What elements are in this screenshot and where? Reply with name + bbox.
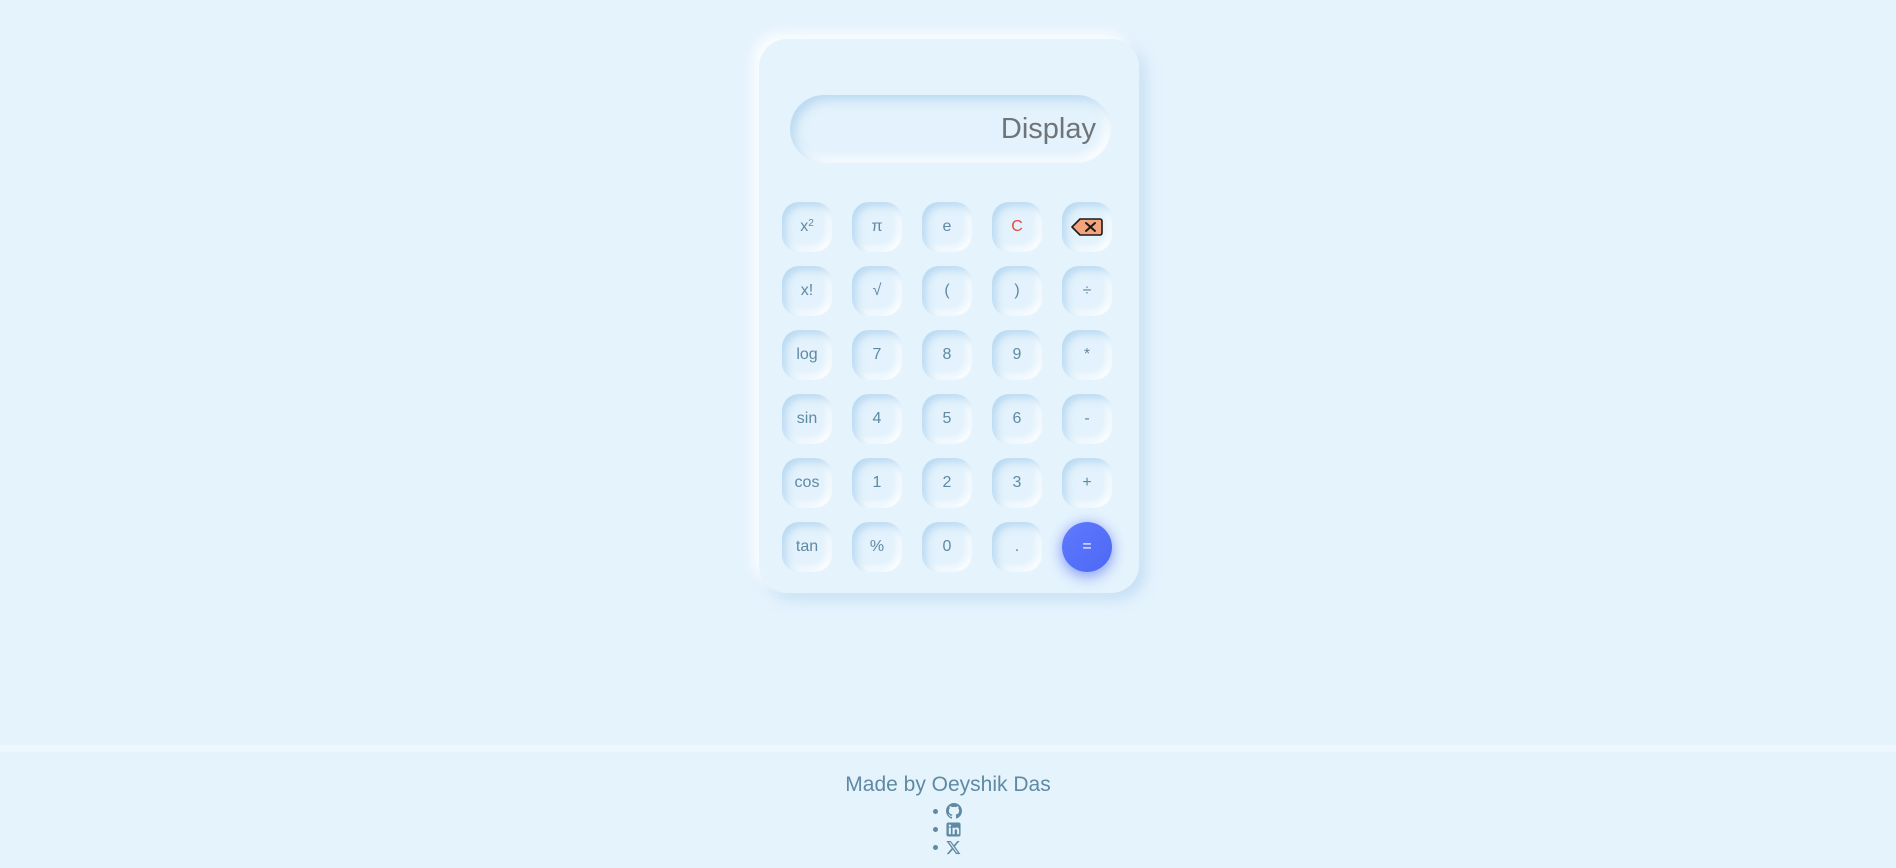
calculator: Display x2 π e C x! √ ( ) ÷ log 7 8 9 * — [759, 39, 1139, 593]
right-paren-button[interactable]: ) — [992, 266, 1042, 316]
keypad: x2 π e C x! √ ( ) ÷ log 7 8 9 * sin 4 5 … — [782, 202, 1112, 572]
digit-1-button[interactable]: 1 — [852, 458, 902, 508]
cos-button[interactable]: cos — [782, 458, 832, 508]
digit-6-button[interactable]: 6 — [992, 394, 1042, 444]
social-links — [0, 802, 1896, 856]
digit-8-button[interactable]: 8 — [922, 330, 972, 380]
social-item-x — [0, 838, 1896, 856]
left-paren-button[interactable]: ( — [922, 266, 972, 316]
github-icon[interactable] — [945, 803, 962, 819]
log-button[interactable]: log — [782, 330, 832, 380]
clear-button[interactable]: C — [992, 202, 1042, 252]
linkedin-icon[interactable] — [946, 821, 962, 837]
display-text: Display — [1000, 112, 1096, 145]
list-bullet — [932, 844, 938, 850]
list-bullet — [932, 808, 938, 814]
footer: Made by Oeyshik Das — [0, 745, 1896, 868]
list-bullet — [932, 826, 938, 832]
social-item-linkedin — [0, 820, 1896, 838]
equals-button[interactable]: = — [1062, 522, 1112, 572]
e-button[interactable]: e — [922, 202, 972, 252]
x-twitter-icon[interactable] — [946, 839, 962, 855]
plus-button[interactable]: + — [1062, 458, 1112, 508]
factorial-button[interactable]: x! — [782, 266, 832, 316]
digit-7-button[interactable]: 7 — [852, 330, 902, 380]
digit-9-button[interactable]: 9 — [992, 330, 1042, 380]
digit-3-button[interactable]: 3 — [992, 458, 1042, 508]
minus-button[interactable]: - — [1062, 394, 1112, 444]
sin-button[interactable]: sin — [782, 394, 832, 444]
social-item-github — [0, 802, 1896, 820]
divide-button[interactable]: ÷ — [1062, 266, 1112, 316]
pi-button[interactable]: π — [852, 202, 902, 252]
backspace-icon — [1071, 217, 1103, 237]
percent-button[interactable]: % — [852, 522, 902, 572]
tan-button[interactable]: tan — [782, 522, 832, 572]
decimal-button[interactable]: . — [992, 522, 1042, 572]
square-button[interactable]: x2 — [782, 202, 832, 252]
multiply-button[interactable]: * — [1062, 330, 1112, 380]
calculator-display: Display — [790, 95, 1111, 163]
digit-2-button[interactable]: 2 — [922, 458, 972, 508]
backspace-button[interactable] — [1062, 202, 1112, 252]
digit-5-button[interactable]: 5 — [922, 394, 972, 444]
digit-0-button[interactable]: 0 — [922, 522, 972, 572]
footer-credit: Made by Oeyshik Das — [845, 773, 1051, 796]
digit-4-button[interactable]: 4 — [852, 394, 902, 444]
sqrt-button[interactable]: √ — [852, 266, 902, 316]
